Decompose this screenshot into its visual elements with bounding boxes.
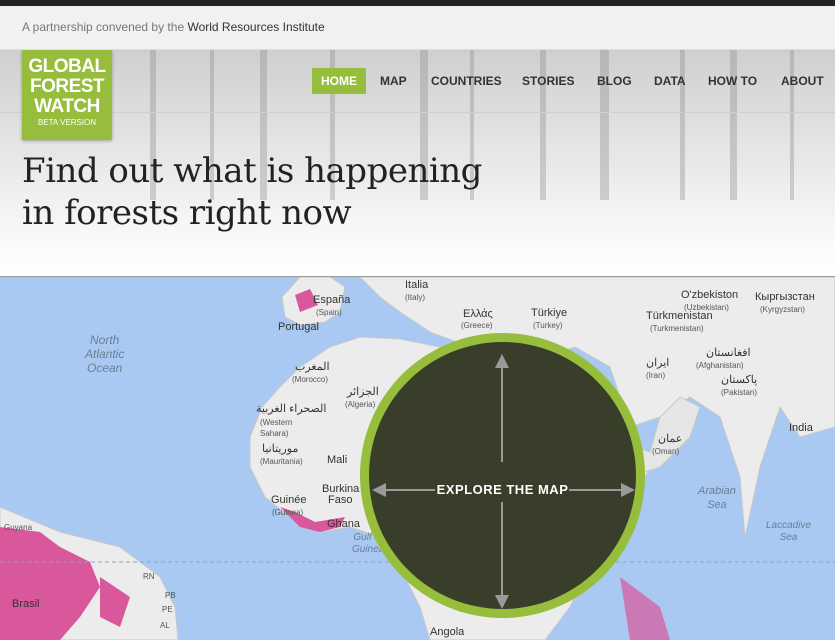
label-western-sahara-native: الصحراء الغربية: [256, 403, 327, 415]
partner-text: A partnership convened by the World Reso…: [22, 20, 325, 34]
label-ghana: Ghana: [327, 518, 361, 530]
label-sea: Sea: [707, 499, 727, 511]
explore-map-button[interactable]: EXPLORE THE MAP: [360, 333, 645, 618]
label-afghanistan: (Afghanistan): [696, 361, 744, 370]
label-guinee: Guinée: [271, 494, 307, 506]
label-laccadive: Laccadive: [766, 520, 812, 531]
label-espana: España: [313, 294, 351, 306]
label-al: AL: [160, 621, 170, 630]
label-rn: RN: [143, 572, 155, 581]
label-guinea: (Guinea): [272, 508, 304, 517]
label-pakistan-native: پاکستان: [721, 374, 758, 386]
label-ellas: Ελλάς: [463, 308, 493, 320]
explore-map-overlay: EXPLORE THE MAP: [369, 342, 636, 609]
label-brasil: Brasil: [12, 598, 40, 610]
label-guyana: Guyana: [4, 523, 33, 532]
label-pb: PB: [165, 591, 176, 600]
hero-headline-line-2: in forests right now: [22, 193, 352, 233]
label-greece: (Greece): [461, 321, 493, 330]
label-arabian-sea: Arabian Sea: [698, 484, 736, 512]
label-arabian: Arabian: [698, 485, 736, 497]
hero-headline-line-1: Find out what is happening: [22, 151, 482, 191]
label-morocco: (Morocco): [292, 375, 329, 384]
label-north: North: [90, 333, 120, 347]
explore-map-label: EXPLORE THE MAP: [436, 482, 569, 497]
label-atlantic: Atlantic: [85, 347, 125, 361]
hero-headline: Find out what is happening in forests ri…: [22, 150, 482, 234]
label-pe: PE: [162, 605, 173, 614]
label-mali: Mali: [327, 454, 348, 466]
nav-item-countries[interactable]: COUNTRIES: [422, 68, 511, 94]
label-mauritania-native: موريتانيا: [262, 443, 299, 455]
logo-beta-version: BETA VERSION: [37, 118, 97, 127]
nav-item-map[interactable]: MAP: [371, 68, 416, 94]
label-kyrgyzstan: (Kyrgyzstan): [760, 305, 805, 314]
wri-link[interactable]: World Resources Institute: [187, 20, 324, 34]
label-uzbekiston: O'zbekiston: [681, 289, 739, 301]
label-turkmenistan-native: Türkmenistan: [646, 310, 713, 322]
label-italy: (Italy): [405, 293, 425, 302]
label-pakistan: (Pakistan): [721, 388, 758, 397]
label-mauritania: (Mauritania): [260, 457, 303, 466]
label-morocco-native: المغرب: [295, 361, 330, 373]
label-spain: (Spain): [316, 308, 342, 317]
main-nav: HOME MAP COUNTRIES STORIES BLOG DATA HOW…: [0, 68, 835, 94]
label-italia: Italia: [405, 279, 429, 291]
nav-item-data[interactable]: DATA: [645, 68, 695, 94]
label-burkina-2: Faso: [328, 494, 353, 506]
label-western-sahara-1: (Western: [260, 418, 293, 427]
label-north-atlantic: North Atlantic Ocean: [85, 333, 124, 375]
label-india: India: [789, 422, 813, 434]
label-angola: Angola: [430, 626, 465, 638]
hero-section: GLOBAL FOREST WATCH BETA VERSION HOME MA…: [0, 50, 835, 277]
nav-divider: [0, 112, 835, 113]
label-laccadive-sea: Laccadive Sea: [766, 520, 811, 544]
nav-item-how-to[interactable]: HOW TO: [699, 68, 766, 94]
label-turkey: (Turkey): [533, 321, 563, 330]
gfw-logo[interactable]: GLOBAL FOREST WATCH BETA VERSION: [22, 50, 112, 140]
label-western-sahara-2: Sahara): [260, 429, 289, 438]
label-oman-native: عمان: [658, 433, 683, 445]
label-turkmenistan: (Turkmenistan): [650, 324, 704, 333]
nav-item-blog[interactable]: BLOG: [588, 68, 641, 94]
label-turkiye: Türkiye: [531, 307, 568, 319]
label-portugal: Portugal: [278, 321, 319, 333]
label-afghanistan-native: افغانستان: [706, 347, 751, 359]
label-iran: (Iran): [646, 371, 666, 380]
label-oman: (Oman): [652, 447, 680, 456]
nav-item-stories[interactable]: STORIES: [513, 68, 583, 94]
label-iran-native: ایران: [646, 357, 670, 369]
nav-item-home[interactable]: HOME: [312, 68, 366, 94]
map-crosshair-arrows-icon: [372, 354, 635, 609]
partner-bar: A partnership convened by the World Reso…: [0, 6, 835, 50]
logo-line-watch: WATCH: [34, 96, 100, 117]
label-ocean: Ocean: [87, 361, 123, 375]
partner-prefix: A partnership convened by the: [22, 20, 185, 34]
label-sea-2: Sea: [779, 532, 798, 543]
label-kyrgyzstan-native: Кыргызстан: [755, 291, 815, 303]
nav-item-about[interactable]: ABOUT: [772, 68, 833, 94]
